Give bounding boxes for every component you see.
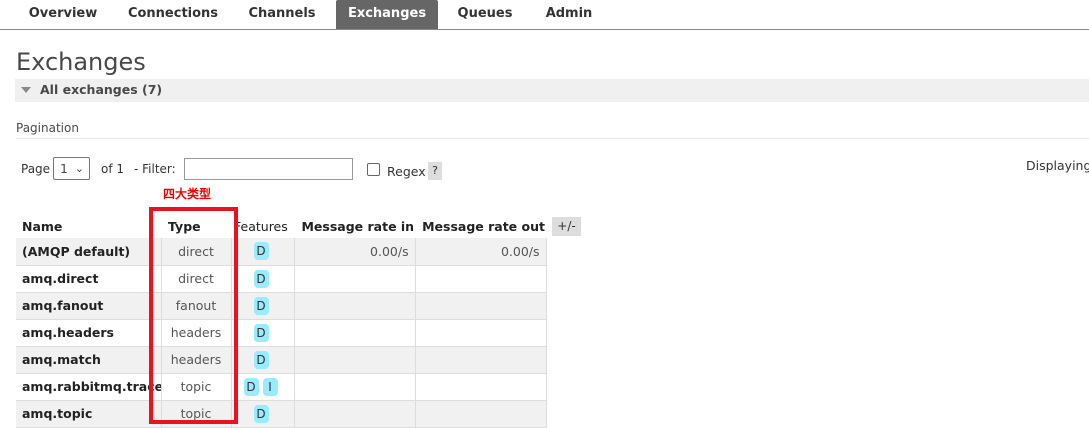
exchange-features: D <box>231 292 295 320</box>
pagination-divider <box>16 138 1089 139</box>
rate-out <box>415 400 547 428</box>
rate-out <box>415 319 547 347</box>
exchange-name-link[interactable]: amq.headers <box>16 319 162 347</box>
chevron-down-icon: ⌄ <box>74 162 84 175</box>
col-name[interactable]: Name <box>16 215 162 238</box>
exchange-features: D <box>231 400 295 428</box>
columns-toggle-button[interactable]: +/- <box>552 217 581 236</box>
tab-exchanges[interactable]: Exchanges <box>336 0 438 29</box>
feature-badge: I <box>262 377 278 396</box>
exchange-features: D <box>231 346 295 374</box>
rate-out <box>415 265 547 293</box>
col-rate-in[interactable]: Message rate in <box>294 215 417 238</box>
page-title: Exchanges <box>16 48 146 76</box>
feature-badge: D <box>243 377 259 396</box>
exchange-name-link[interactable]: amq.topic <box>16 400 162 428</box>
rate-in <box>294 265 416 293</box>
collapse-triangle-icon <box>21 87 31 93</box>
page-count: of 1 <box>101 162 125 176</box>
exchanges-table: Name Type Features Message rate in Messa… <box>16 215 547 428</box>
regex-label: Regex <box>387 164 426 179</box>
page-select[interactable]: 1 ⌄ <box>53 157 90 180</box>
rate-in: 0.00/s <box>294 238 416 266</box>
tab-queues[interactable]: Queues <box>448 0 522 29</box>
feature-badge: D <box>253 242 269 261</box>
col-features[interactable]: Features <box>231 215 296 238</box>
feature-badge: D <box>253 323 269 342</box>
rate-in <box>294 400 416 428</box>
tab-overview[interactable]: Overview <box>16 0 110 29</box>
displaying-text: Displaying <box>1026 158 1089 173</box>
exchange-name-link[interactable]: (AMQP default) <box>16 238 162 266</box>
exchange-name-link[interactable]: amq.fanout <box>16 292 162 320</box>
table-row: amq.direct direct D <box>16 265 547 293</box>
rate-in <box>294 373 416 401</box>
table-row: amq.topic topic D <box>16 400 547 428</box>
rate-out <box>415 346 547 374</box>
regex-help-button[interactable]: ? <box>428 162 442 180</box>
rate-out: 0.00/s <box>415 238 547 266</box>
table-row: amq.fanout fanout D <box>16 292 547 320</box>
exchange-features: D <box>231 265 295 293</box>
exchange-features: DI <box>231 373 295 401</box>
table-row: (AMQP default) direct D 0.00/s 0.00/s <box>16 238 547 266</box>
regex-checkbox[interactable] <box>367 163 380 176</box>
filter-label: - Filter: <box>134 162 176 176</box>
rate-out <box>415 373 547 401</box>
all-exchanges-toggle[interactable]: All exchanges (7) <box>15 79 1089 102</box>
type-column-highlight-box <box>149 207 238 424</box>
table-header-row: Name Type Features Message rate in Messa… <box>16 215 547 238</box>
main-nav: Overview Connections Channels Exchanges … <box>0 0 1089 30</box>
feature-badge: D <box>253 404 269 423</box>
feature-badge: D <box>253 296 269 315</box>
tab-connections[interactable]: Connections <box>118 0 228 29</box>
rate-in <box>294 319 416 347</box>
page-label: Page <box>21 162 51 176</box>
section-title: All exchanges (7) <box>40 82 163 97</box>
feature-badge: D <box>253 269 269 288</box>
exchange-features: D <box>231 319 295 347</box>
exchange-name-link[interactable]: amq.rabbitmq.trace <box>16 373 162 401</box>
rate-in <box>294 346 416 374</box>
exchange-name-link[interactable]: amq.match <box>16 346 162 374</box>
pagination-heading: Pagination <box>16 121 79 135</box>
filter-input[interactable] <box>184 158 353 180</box>
tab-admin[interactable]: Admin <box>534 0 604 29</box>
exchange-name-link[interactable]: amq.direct <box>16 265 162 293</box>
rate-out <box>415 292 547 320</box>
page-select-value: 1 <box>60 161 68 176</box>
table-row: amq.rabbitmq.trace topic DI <box>16 373 547 401</box>
table-row: amq.headers headers D <box>16 319 547 347</box>
tab-channels[interactable]: Channels <box>238 0 326 29</box>
feature-badge: D <box>253 350 269 369</box>
annotation-label: 四大类型 <box>163 187 212 201</box>
col-rate-out[interactable]: Message rate out <box>415 215 547 238</box>
exchange-features: D <box>231 238 295 266</box>
rate-in <box>294 292 416 320</box>
table-row: amq.match headers D <box>16 346 547 374</box>
